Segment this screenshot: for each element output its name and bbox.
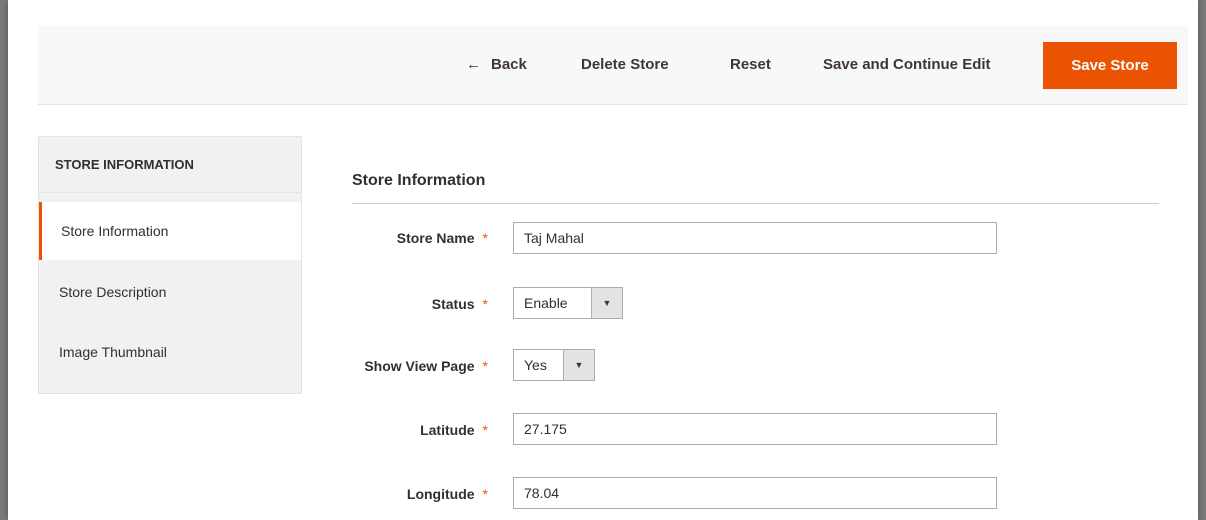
- status-select-value: Enable: [524, 295, 568, 311]
- status-label-text: Status: [431, 296, 475, 312]
- back-button[interactable]: ← Back: [466, 26, 527, 104]
- latitude-label-text: Latitude: [420, 422, 475, 438]
- sidebar-item-store-information[interactable]: Store Information: [39, 202, 301, 260]
- show-view-page-select-value: Yes: [524, 357, 547, 373]
- sidebar-tabs: STORE INFORMATION Store Information Stor…: [38, 136, 302, 394]
- store-name-input[interactable]: Taj Mahal: [513, 222, 997, 254]
- sidebar-item-image-thumbnail[interactable]: Image Thumbnail: [39, 323, 301, 381]
- latitude-input[interactable]: 27.175: [513, 413, 997, 445]
- save-store-button[interactable]: Save Store: [1043, 42, 1177, 89]
- show-view-page-label-text: Show View Page: [364, 358, 475, 374]
- required-marker: *: [482, 230, 488, 246]
- section-title: Store Information: [352, 172, 486, 189]
- longitude-label: Longitude *: [288, 477, 488, 511]
- sidebar-heading: STORE INFORMATION: [39, 137, 301, 193]
- caret-down-icon[interactable]: ▼: [563, 350, 594, 380]
- caret-down-icon[interactable]: ▼: [591, 288, 622, 318]
- show-view-page-label: Show View Page *: [288, 349, 488, 383]
- required-marker: *: [482, 486, 488, 502]
- longitude-label-text: Longitude: [406, 486, 475, 502]
- status-select[interactable]: Enable ▼: [513, 287, 623, 319]
- required-marker: *: [482, 358, 488, 374]
- required-marker: *: [482, 422, 488, 438]
- reset-button[interactable]: Reset: [730, 26, 771, 104]
- page-frame: ← Back Delete Store Reset Save and Contin…: [8, 0, 1198, 520]
- show-view-page-select[interactable]: Yes ▼: [513, 349, 595, 381]
- delete-store-button[interactable]: Delete Store: [581, 26, 669, 104]
- back-label: Back: [491, 56, 527, 73]
- save-and-continue-button[interactable]: Save and Continue Edit: [823, 26, 991, 104]
- longitude-input[interactable]: 78.04: [513, 477, 997, 509]
- left-arrow-icon: ←: [466, 56, 481, 73]
- store-name-label: Store Name *: [288, 221, 488, 255]
- latitude-label: Latitude *: [288, 413, 488, 447]
- sidebar-item-store-description[interactable]: Store Description: [39, 263, 301, 321]
- required-marker: *: [482, 296, 488, 312]
- section-divider: [352, 203, 1159, 204]
- page-actions-bar: ← Back Delete Store Reset Save and Contin…: [38, 26, 1188, 105]
- status-label: Status *: [288, 287, 488, 321]
- store-name-label-text: Store Name: [396, 230, 475, 246]
